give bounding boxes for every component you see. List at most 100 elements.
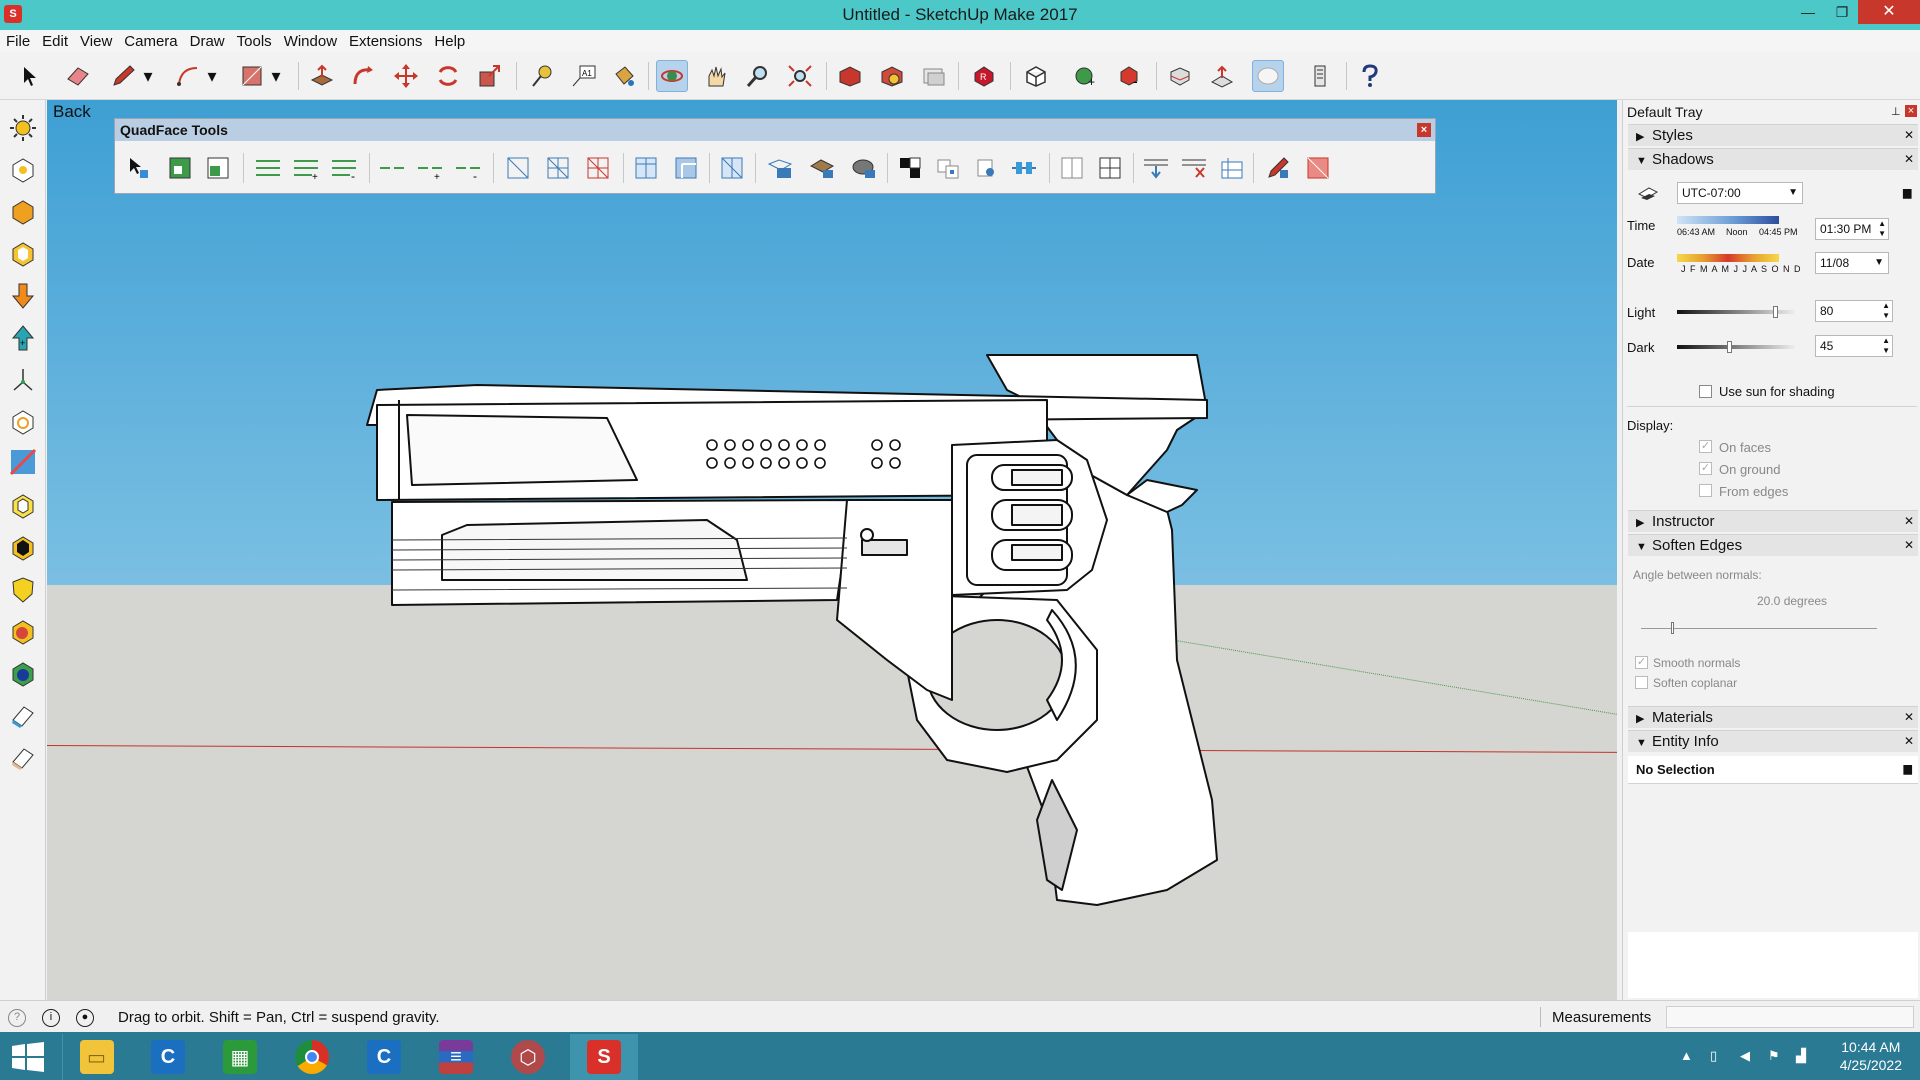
menu-edit[interactable]: Edit [36,30,74,52]
show-hidden-icons-icon[interactable]: ▲ [1680,1048,1693,1063]
speaker-icon[interactable]: ◀ [1740,1048,1750,1064]
extension-manager-icon[interactable]: R [968,60,1000,92]
qf-blank-quad-icon[interactable] [1057,153,1087,183]
qf-convert-icon[interactable] [1009,153,1039,183]
qf-grid-red-icon[interactable] [583,153,613,183]
component-white-icon[interactable] [7,406,39,438]
qf-triangulate-icon[interactable] [717,153,747,183]
sun-icon[interactable] [7,112,39,144]
qf-connect-icon[interactable] [631,153,661,183]
styles-panel-header[interactable]: ▶ Styles ✕ [1628,124,1918,146]
qf-uv-copy-icon[interactable] [807,153,837,183]
geo-location-icon[interactable]: ? [8,1009,26,1027]
move-icon[interactable] [390,60,422,92]
on-faces-checkbox[interactable]: ✓ [1699,440,1712,453]
menu-view[interactable]: View [74,30,118,52]
spinner-icon[interactable]: ▲ ▼ [1878,219,1886,239]
qf-shrink-selection-icon[interactable] [203,153,233,183]
menu-draw[interactable]: Draw [184,30,231,52]
layout-icon[interactable] [918,60,950,92]
light-input[interactable]: 80 ▲ ▼ [1815,300,1893,322]
close-icon[interactable]: ✕ [1904,514,1914,528]
soften-coplanar-checkbox[interactable] [1635,676,1648,689]
date-select[interactable]: 11/08 ▼ [1815,252,1889,274]
qf-loop-icon[interactable] [377,153,407,183]
qf-quad-grid-icon[interactable] [1095,153,1125,183]
menu-extensions[interactable]: Extensions [343,30,428,52]
gradient-icon[interactable] [7,446,39,478]
materials-panel-header[interactable]: ▶ Materials ✕ [1628,706,1918,728]
shield-icon[interactable] [7,574,39,606]
qf-build-ends-icon[interactable] [1217,153,1247,183]
qf-smooth-quads-icon[interactable] [895,153,925,183]
help-icon[interactable] [1354,60,1386,92]
sketchup-generic-icon[interactable]: ⬡ [494,1034,562,1080]
arc-dropdown-icon[interactable]: ▾ [204,60,220,92]
tray-close-icon[interactable]: × [1905,105,1917,117]
user-icon[interactable]: ● [76,1009,94,1027]
qf-unsmooth-icon[interactable] [933,153,963,183]
spinner-icon[interactable]: ▲ ▼ [1882,301,1890,321]
windows-start-icon[interactable] [10,1042,46,1072]
rotate-icon[interactable] [432,60,464,92]
dark-input[interactable]: 45 ▲ ▼ [1815,335,1893,357]
details-toggle-icon[interactable]: ▆ [1903,186,1911,199]
info-icon[interactable]: i [42,1009,60,1027]
menu-tools[interactable]: Tools [231,30,278,52]
angle-slider-thumb[interactable] [1671,622,1674,634]
smooth-normals-checkbox[interactable]: ✓ [1635,656,1648,669]
entity-info-panel-header[interactable]: ▼ Entity Info ✕ [1628,730,1918,752]
qf-grow-ring-icon[interactable]: + [291,153,321,183]
eraser-white-icon[interactable] [7,700,39,732]
quadface-close-button[interactable]: × [1417,123,1431,137]
menu-camera[interactable]: Camera [118,30,183,52]
quadface-toolbar[interactable]: QuadFace Tools × + - + - [114,118,1436,194]
timezone-select[interactable]: UTC-07:00 ▼ [1677,182,1803,204]
paint-bucket-icon[interactable] [608,60,640,92]
close-icon[interactable]: ✕ [1904,152,1914,166]
zoom-extents-icon[interactable] [784,60,816,92]
zoom-icon[interactable] [742,60,774,92]
eraser-icon[interactable] [62,60,94,92]
qf-shrink-ring-icon[interactable]: - [329,153,359,183]
qf-grow-loop-icon[interactable]: + [415,153,445,183]
qf-shrink-loop-icon[interactable]: - [453,153,483,183]
close-icon[interactable]: ✕ [1904,734,1914,748]
light-slider-thumb[interactable] [1773,306,1778,318]
tape-measure-icon[interactable] [526,60,558,92]
texture-icon[interactable] [1304,60,1336,92]
arrow-up-icon[interactable]: + [7,322,39,354]
network-icon[interactable]: ▟ [1796,1048,1806,1064]
rectangle-dropdown-icon[interactable]: ▾ [268,60,284,92]
tray-pin-icon[interactable]: ⊥ [1891,105,1901,118]
close-icon[interactable]: ✕ [1904,538,1914,552]
shadow-settings-icon[interactable] [1637,184,1659,202]
chrome-icon[interactable] [278,1034,346,1080]
rectangle-icon[interactable] [236,60,268,92]
gem-red-icon[interactable] [7,616,39,648]
scale-icon[interactable] [474,60,506,92]
push-pull-icon[interactable] [306,60,338,92]
arrow-down-icon[interactable] [7,280,39,312]
on-ground-checkbox[interactable]: ✓ [1699,462,1712,475]
eraser-tan-icon[interactable] [7,742,39,774]
solid-subtract-icon[interactable]: - [1114,60,1146,92]
calculator-icon[interactable]: ▦ [206,1034,274,1080]
component-yellow-outline-icon[interactable] [7,490,39,522]
ccleaner-icon[interactable]: C [134,1034,202,1080]
device-icon[interactable]: ▯ [1710,1048,1717,1064]
spinner-icon[interactable]: ▲ ▼ [1882,336,1890,356]
from-edges-checkbox[interactable] [1699,484,1712,497]
file-explorer-icon[interactable]: ▭ [62,1034,130,1080]
qf-delete-icon[interactable] [1303,153,1333,183]
use-sun-checkbox[interactable] [1699,385,1712,398]
select-icon[interactable] [14,60,46,92]
arc-icon[interactable] [172,60,204,92]
qf-edit-pencil-icon[interactable] [1263,153,1293,183]
menu-file[interactable]: File [0,30,36,52]
menu-help[interactable]: Help [428,30,471,52]
solid-union-icon[interactable]: + [1070,60,1102,92]
gem-blue-icon[interactable] [7,658,39,690]
component-black-icon[interactable] [7,532,39,564]
dark-slider-thumb[interactable] [1727,341,1732,353]
